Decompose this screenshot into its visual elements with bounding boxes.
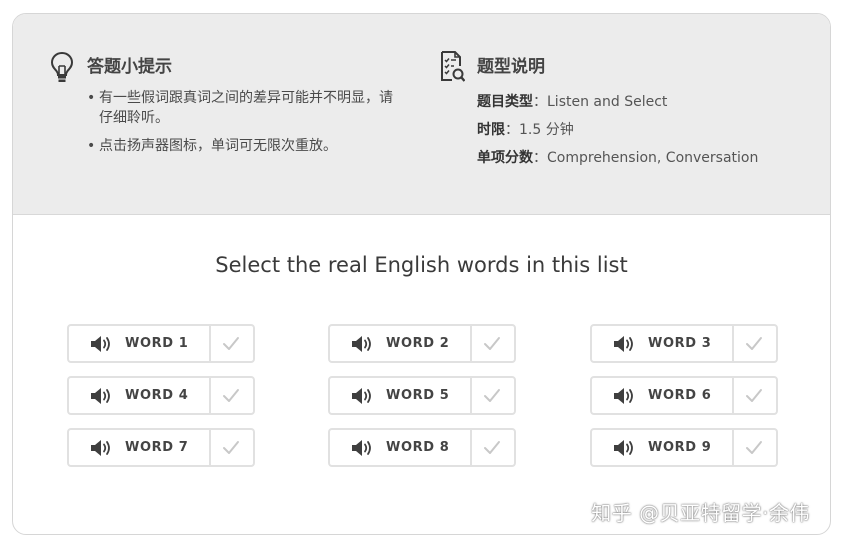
word-label: WORD 9 — [648, 440, 712, 455]
checkmark-icon[interactable] — [222, 440, 240, 455]
play-word-button[interactable]: WORD 2 — [330, 326, 472, 361]
question-card: 答题小提示 有一些假词跟真词之间的差异可能并不明显，请仔细聆听。 点击扬声器图标… — [12, 13, 831, 535]
play-word-button[interactable]: WORD 7 — [69, 430, 211, 465]
document-search-icon — [441, 51, 465, 82]
word-label: WORD 1 — [125, 336, 189, 351]
info-panel: 答题小提示 有一些假词跟真词之间的差异可能并不明显，请仔细聆听。 点击扬声器图标… — [13, 14, 830, 215]
type-info-key: 题目类型 — [477, 94, 533, 110]
question-prompt: Select the real English words in this li… — [215, 253, 628, 277]
checkmark-icon[interactable] — [222, 336, 240, 351]
play-word-button[interactable]: WORD 1 — [69, 326, 211, 361]
word-option: WORD 9 — [590, 428, 778, 467]
word-option: WORD 7 — [67, 428, 255, 467]
tips-list: 有一些假词跟真词之间的差异可能并不明显，请仔细聆听。 点击扬声器图标，单词可无限… — [87, 88, 402, 164]
play-word-button[interactable]: WORD 9 — [592, 430, 734, 465]
play-word-button[interactable]: WORD 5 — [330, 378, 472, 413]
type-info-value: Listen and Select — [547, 94, 668, 110]
play-word-button[interactable]: WORD 8 — [330, 430, 472, 465]
speaker-icon — [352, 440, 371, 456]
type-info-row: 时限：1.5 分钟 — [477, 116, 758, 144]
word-label: WORD 7 — [125, 440, 189, 455]
type-info-rows: 题目类型：Listen and Select 时限：1.5 分钟 单项分数：Co… — [477, 88, 758, 172]
speaker-icon — [91, 336, 110, 352]
watermark-text: 知乎 @贝亚特留学·余伟 — [591, 501, 810, 525]
speaker-icon — [352, 388, 371, 404]
speaker-icon — [91, 440, 110, 456]
checkmark-icon[interactable] — [483, 388, 501, 403]
type-info-sep: ： — [505, 122, 519, 138]
word-option: WORD 1 — [67, 324, 255, 363]
word-label: WORD 2 — [386, 336, 450, 351]
word-option: WORD 8 — [328, 428, 516, 467]
tip-item: 有一些假词跟真词之间的差异可能并不明显，请仔细聆听。 — [87, 88, 402, 128]
word-option: WORD 5 — [328, 376, 516, 415]
play-word-button[interactable]: WORD 4 — [69, 378, 211, 413]
type-info-sep: ： — [533, 94, 547, 110]
play-word-button[interactable]: WORD 3 — [592, 326, 734, 361]
checkmark-icon[interactable] — [745, 336, 763, 351]
word-label: WORD 6 — [648, 388, 712, 403]
type-info-value: Comprehension, Conversation — [547, 150, 759, 166]
word-label: WORD 4 — [125, 388, 189, 403]
speaker-icon — [614, 440, 633, 456]
type-info-key: 时限 — [477, 122, 505, 138]
lightbulb-icon — [50, 51, 74, 82]
speaker-icon — [352, 336, 371, 352]
word-label: WORD 5 — [386, 388, 450, 403]
checkmark-icon[interactable] — [745, 440, 763, 455]
checkmark-icon[interactable] — [483, 440, 501, 455]
word-option: WORD 6 — [590, 376, 778, 415]
word-option: WORD 4 — [67, 376, 255, 415]
word-label: WORD 8 — [386, 440, 450, 455]
type-info-row: 单项分数：Comprehension, Conversation — [477, 144, 758, 172]
word-option: WORD 2 — [328, 324, 516, 363]
speaker-icon — [614, 336, 633, 352]
speaker-icon — [614, 388, 633, 404]
speaker-icon — [91, 388, 110, 404]
word-option: WORD 3 — [590, 324, 778, 363]
word-label: WORD 3 — [648, 336, 712, 351]
type-info-key: 单项分数 — [477, 150, 533, 166]
play-word-button[interactable]: WORD 6 — [592, 378, 734, 413]
type-info-value: 1.5 分钟 — [519, 122, 574, 138]
checkmark-icon[interactable] — [745, 388, 763, 403]
checkmark-icon[interactable] — [222, 388, 240, 403]
type-info-sep: ： — [533, 150, 547, 166]
type-info-row: 题目类型：Listen and Select — [477, 88, 758, 116]
type-info-title: 题型说明 — [477, 57, 545, 77]
tip-item: 点击扬声器图标，单词可无限次重放。 — [87, 136, 402, 156]
tips-title: 答题小提示 — [87, 57, 172, 77]
checkmark-icon[interactable] — [483, 336, 501, 351]
